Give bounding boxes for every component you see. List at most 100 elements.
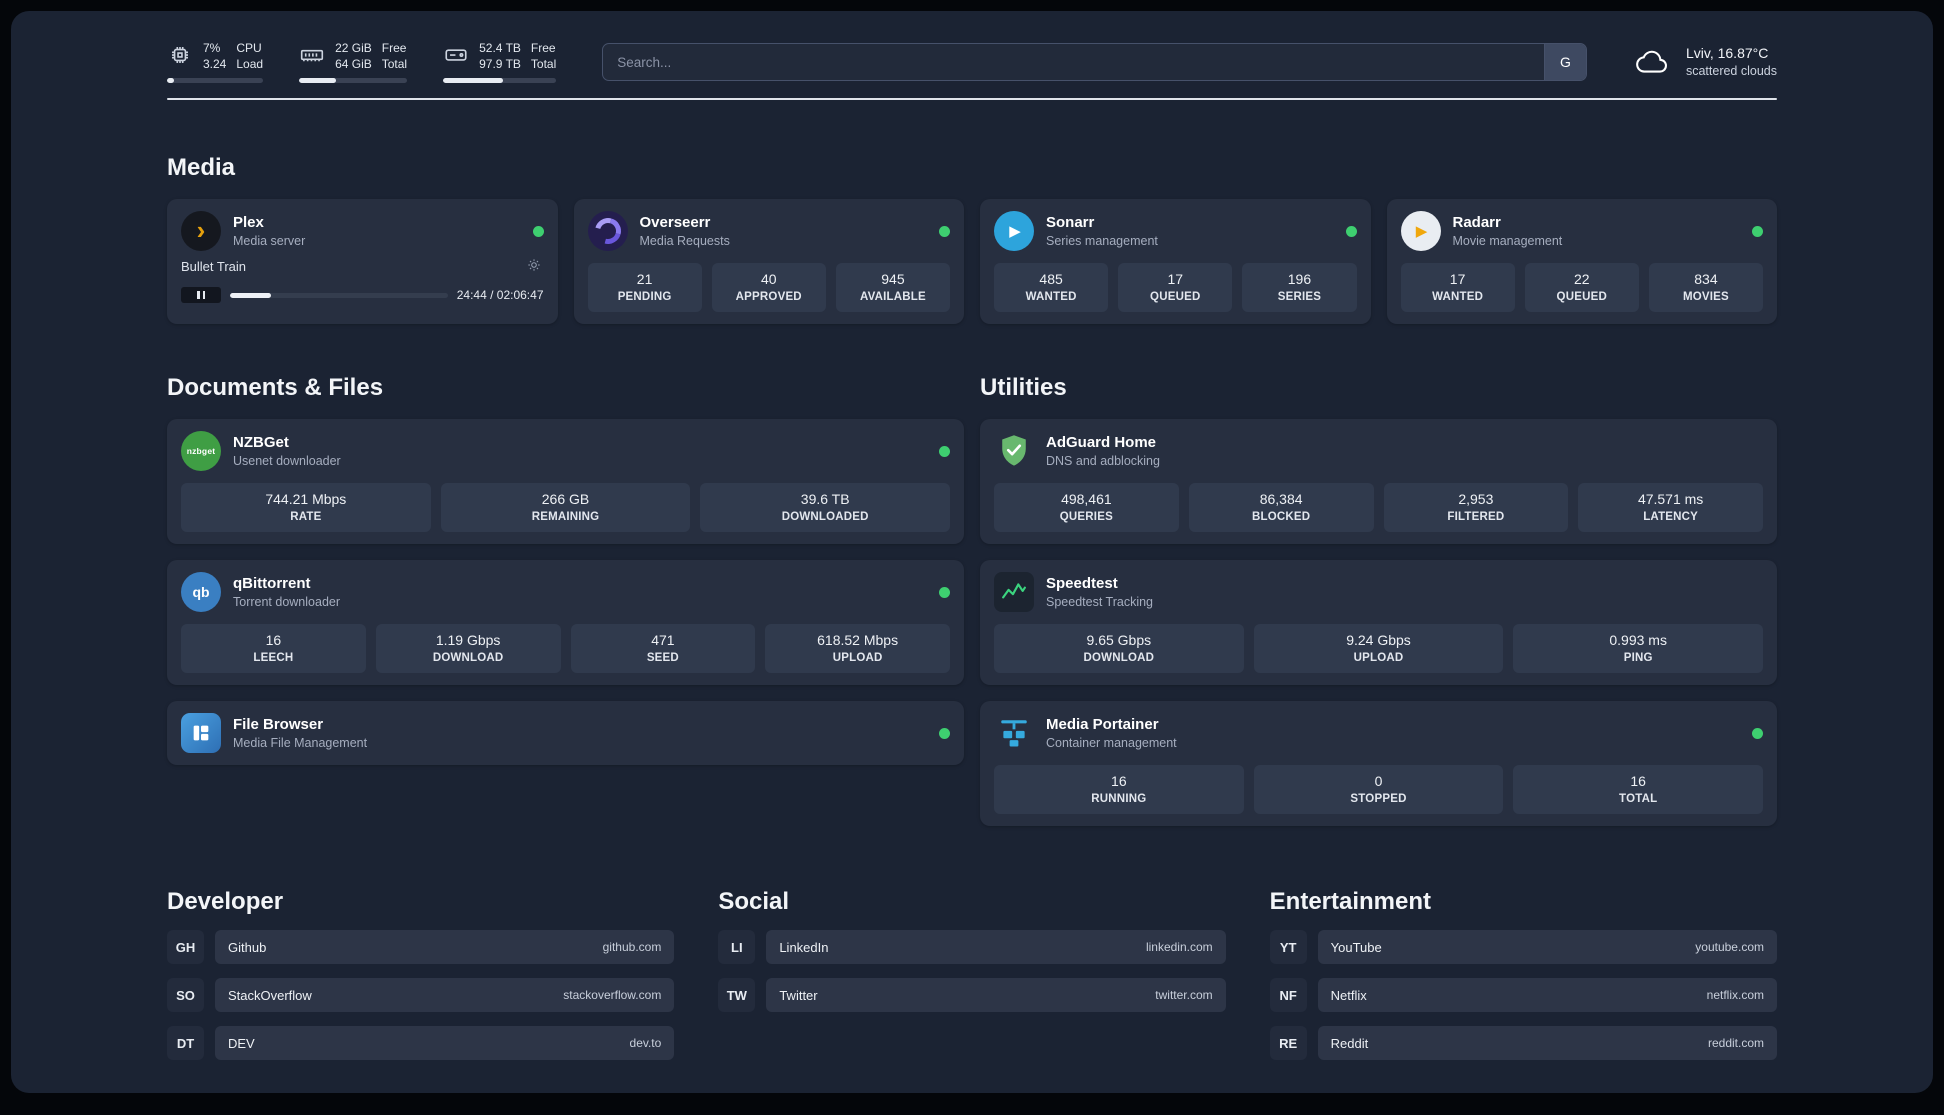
search-input[interactable] — [603, 44, 1544, 81]
dashboard: 7% 3.24 CPU Load 22 GiB 64 GiB Free Tota… — [11, 11, 1933, 1093]
app-card-overseerr[interactable]: Overseerr Media Requests 21 PENDING 40 A… — [573, 199, 964, 325]
app-subtitle: Media File Management — [233, 736, 368, 751]
bookmark-youtube[interactable]: YT YouTube youtube.com — [1269, 930, 1777, 965]
filebrowser-icon — [181, 713, 221, 754]
app-card-filebrowser[interactable]: File Browser Media File Management — [167, 701, 964, 766]
disk-label-bottom: Total — [530, 56, 557, 71]
cpu-values: 7% 3.24 — [203, 41, 226, 72]
stat-tile: 0 STOPPED — [1253, 765, 1504, 815]
app-card-nzbget[interactable]: nzbget NZBGet Usenet downloader 744.21 M… — [167, 419, 964, 545]
cpu-progress-bar — [167, 78, 264, 84]
app-subtitle: Media Requests — [639, 234, 730, 249]
topbar: 7% 3.24 CPU Load 22 GiB 64 GiB Free Tota… — [167, 41, 1777, 84]
app-subtitle: Torrent downloader — [233, 595, 341, 610]
pause-button[interactable] — [181, 287, 221, 304]
stat-tile: 16 LEECH — [181, 624, 366, 674]
bookmark-name: LinkedIn — [779, 939, 829, 955]
app-name: Sonarr — [1046, 214, 1095, 232]
cpu-labels: CPU Load — [236, 41, 263, 72]
cpu-icon — [167, 42, 193, 68]
stat-tile: 21 PENDING — [587, 263, 702, 313]
adguard-icon — [994, 431, 1034, 471]
section-title-social: Social — [718, 888, 790, 916]
stat-tile: 2,953 FILTERED — [1383, 483, 1569, 533]
section-title-media: Media — [167, 154, 236, 182]
bookmark-name: StackOverflow — [228, 987, 312, 1003]
bookmark-url: twitter.com — [1155, 988, 1213, 1003]
stat-tile: 9.24 Gbps UPLOAD — [1253, 624, 1504, 674]
overseerr-icon — [587, 211, 628, 252]
app-subtitle: Usenet downloader — [233, 454, 341, 469]
bookmark-url: dev.to — [629, 1036, 662, 1051]
status-dot — [1752, 225, 1763, 237]
disk-labels: Free Total — [531, 41, 556, 72]
app-card-plex[interactable]: › Plex Media server Bullet Train 24:44 /… — [167, 199, 558, 325]
stat-tile: 17 QUEUED — [1118, 263, 1233, 313]
app-name: NZBGet — [233, 434, 289, 452]
app-subtitle: Speedtest Tracking — [1046, 595, 1154, 610]
ram-total: 64 GiB — [335, 56, 372, 71]
stat-tile: 471 SEED — [570, 624, 756, 674]
system-monitors: 7% 3.24 CPU Load 22 GiB 64 GiB Free Tota… — [167, 41, 557, 84]
search-engine-button[interactable]: G — [1543, 44, 1586, 81]
bookmark-linkedin[interactable]: LI LinkedIn linkedin.com — [718, 930, 1226, 965]
app-subtitle: Series management — [1046, 234, 1158, 249]
bookmark-twitter[interactable]: TW Twitter twitter.com — [718, 978, 1226, 1013]
disk-icon — [443, 42, 469, 68]
stat-tile: 0.993 ms PING — [1513, 624, 1764, 674]
app-subtitle: Movie management — [1452, 234, 1563, 249]
app-card-qbittorrent[interactable]: qb qBittorrent Torrent downloader 16 LEE… — [167, 560, 964, 686]
cloud-icon — [1636, 50, 1667, 73]
radarr-icon: ▶ — [1400, 211, 1441, 252]
stat-tile: 47.571 ms LATENCY — [1578, 483, 1763, 533]
bookmark-abbr: GH — [167, 930, 204, 965]
bookmark-url: netflix.com — [1706, 988, 1764, 1003]
gear-icon[interactable] — [526, 257, 544, 275]
app-card-portainer[interactable]: Media Portainer Container management 16 … — [980, 701, 1777, 827]
cpu-progress-fill — [167, 78, 174, 84]
ram-progress-fill — [299, 78, 336, 84]
app-card-speedtest[interactable]: Speedtest Speedtest Tracking 9.65 Gbps D… — [980, 560, 1777, 686]
status-dot — [939, 445, 950, 457]
bookmark-name: Netflix — [1330, 987, 1367, 1003]
ram-monitor: 22 GiB 64 GiB Free Total — [299, 41, 408, 84]
app-name: Speedtest — [1046, 575, 1118, 593]
utilities-column: Utilities AdGuard Home DNS and adblockin… — [980, 374, 1777, 827]
stat-tile: 40 APPROVED — [711, 263, 826, 313]
bookmark-abbr: TW — [718, 978, 756, 1013]
playback-progress-bar[interactable] — [230, 292, 448, 298]
status-dot — [532, 225, 544, 237]
bookmark-github[interactable]: GH Github github.com — [167, 930, 675, 965]
app-card-sonarr[interactable]: ▶ Sonarr Series management 485 WANTED 17… — [980, 199, 1371, 325]
cpu-load-avg: 3.24 — [203, 56, 227, 71]
stat-tile: 266 GB REMAINING — [440, 483, 691, 533]
stat-tile: 485 WANTED — [994, 263, 1109, 313]
app-card-adguard[interactable]: AdGuard Home DNS and adblocking 498,461 … — [980, 419, 1777, 545]
bookmark-abbr: LI — [718, 930, 756, 965]
ram-labels: Free Total — [382, 41, 407, 72]
stat-tile: 16 RUNNING — [994, 765, 1244, 815]
bookmark-netflix[interactable]: NF Netflix netflix.com — [1269, 978, 1777, 1013]
stat-tile: 16 TOTAL — [1513, 765, 1764, 815]
stat-tile: 618.52 Mbps UPLOAD — [765, 624, 950, 674]
section-title-developer: Developer — [167, 888, 284, 916]
bookmark-reddit[interactable]: RE Reddit reddit.com — [1269, 1026, 1777, 1061]
app-card-radarr[interactable]: ▶ Radarr Movie management 17 WANTED 22 Q… — [1386, 199, 1777, 325]
bookmark-dev[interactable]: DT DEV dev.to — [167, 1026, 675, 1061]
bookmark-url: linkedin.com — [1145, 940, 1213, 955]
status-dot — [1752, 727, 1763, 739]
bookmark-name: Github — [228, 939, 267, 955]
qbittorrent-icon: qb — [181, 572, 221, 613]
bookmark-name: Reddit — [1330, 1035, 1369, 1051]
stat-tile: 22 QUEUED — [1524, 263, 1639, 313]
bookmark-name: YouTube — [1330, 939, 1382, 955]
disk-total: 97.9 TB — [479, 56, 521, 71]
app-name: Plex — [233, 214, 264, 232]
bookmark-stackoverflow[interactable]: SO StackOverflow stackoverflow.com — [167, 978, 675, 1013]
ram-values: 22 GiB 64 GiB — [335, 41, 372, 72]
stat-tile: 945 AVAILABLE — [835, 263, 951, 313]
topbar-divider — [167, 98, 1777, 101]
track-title: Bullet Train — [181, 258, 247, 274]
app-name: Overseerr — [639, 214, 711, 232]
cpu-label-bottom: Load — [236, 56, 264, 71]
